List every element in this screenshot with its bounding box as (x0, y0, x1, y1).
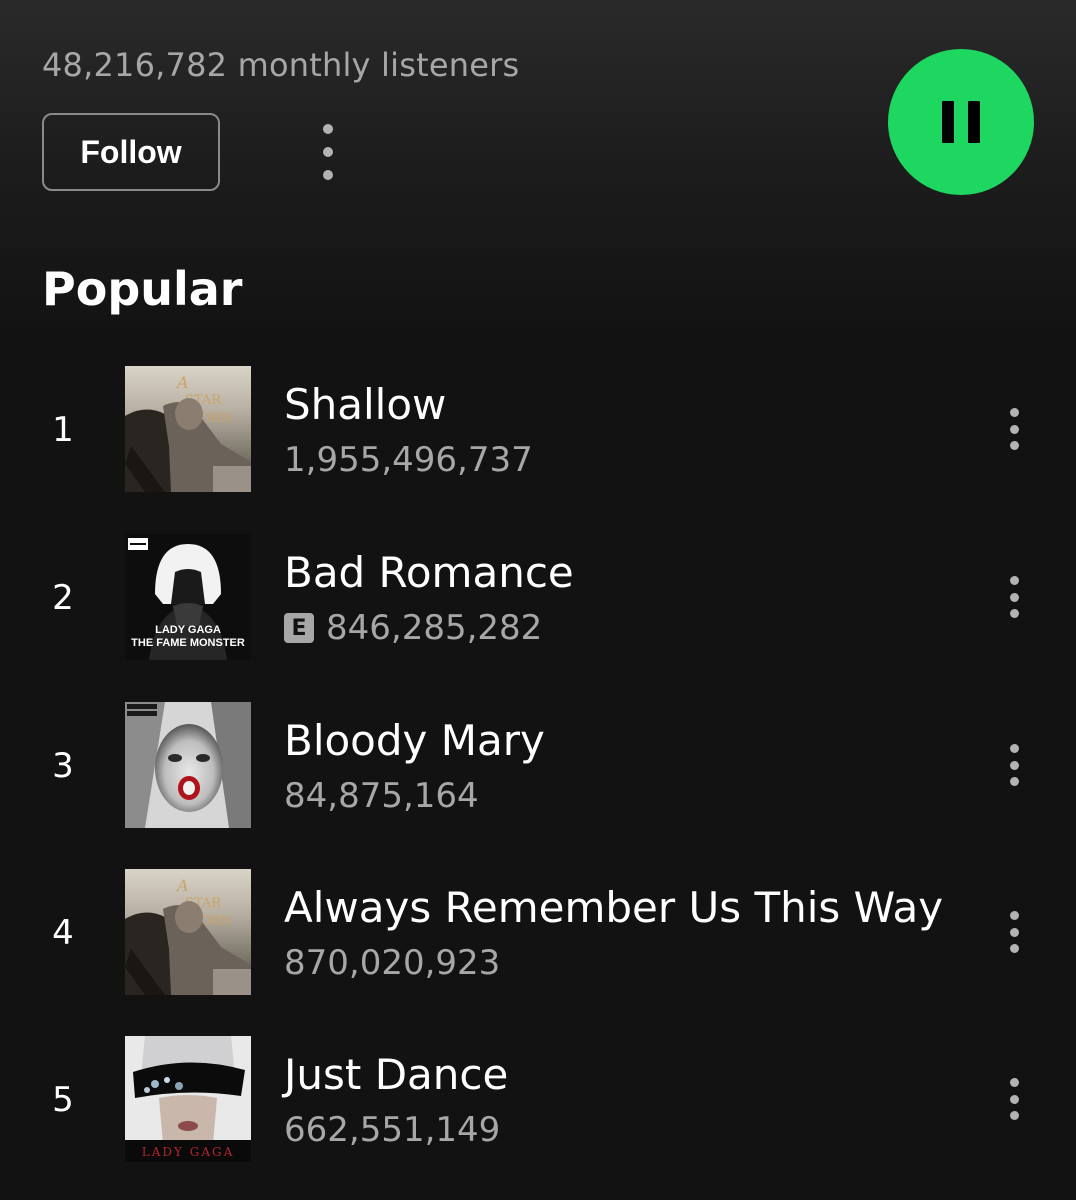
more-dot (1009, 1111, 1019, 1120)
track-meta: E 846,285,282 (284, 608, 542, 648)
pause-button[interactable] (888, 49, 1034, 195)
album-cover-the-fame: LADY GAGA (125, 1036, 251, 1162)
track-meta: 1,955,496,737 (284, 440, 533, 480)
track-rank: 3 (52, 746, 74, 786)
more-dot (323, 124, 333, 134)
track-rank: 5 (52, 1080, 74, 1120)
more-dot (1009, 777, 1019, 786)
track-title: Always Remember Us This Way (284, 883, 944, 932)
monthly-listeners: 48,216,782 monthly listeners (42, 46, 520, 84)
explicit-badge: E (284, 613, 314, 643)
album-cover-a-star-is-born: A STAR ORN (125, 366, 251, 492)
track-rank: 2 (52, 578, 74, 618)
more-dot (1009, 592, 1019, 602)
more-dot (1009, 609, 1019, 618)
track-row[interactable]: 5 LADY GAGA Just Dance 662,551,149 (0, 1036, 1076, 1162)
more-dot (1009, 424, 1019, 434)
artist-more-options-icon[interactable] (318, 124, 338, 180)
track-play-count: 662,551,149 (284, 1110, 501, 1150)
popular-section-title: Popular (42, 262, 243, 316)
track-row[interactable]: 4 A STAR ORN Always Remember Us This Way… (0, 869, 1076, 995)
pause-icon-bar-right (968, 101, 980, 143)
track-play-count: 1,955,496,737 (284, 440, 533, 480)
pause-icon-bar-left (942, 101, 954, 143)
cover-album-text: THE FAME MONSTER (131, 637, 245, 649)
track-more-options-icon[interactable] (1004, 911, 1024, 953)
more-dot (1009, 744, 1019, 753)
track-title: Bloody Mary (284, 716, 545, 765)
more-dot (323, 147, 333, 157)
track-play-count: 870,020,923 (284, 943, 501, 983)
svg-text:A: A (175, 373, 189, 392)
album-cover-the-fame-monster: LADY GAGA THE FAME MONSTER (125, 534, 251, 660)
track-row[interactable]: 2 LADY GAGA THE FAME MONSTER Bad Romance… (0, 534, 1076, 660)
svg-text:A: A (175, 876, 189, 895)
track-more-options-icon[interactable] (1004, 576, 1024, 618)
track-title: Bad Romance (284, 548, 574, 597)
track-row[interactable]: 3 Bloody Mary 84,875,164 (0, 702, 1076, 828)
track-row[interactable]: 1 A STAR ORN Shallow 1,955,496,737 (0, 366, 1076, 492)
more-dot (1009, 576, 1019, 585)
more-dot (1009, 911, 1019, 920)
track-title: Just Dance (284, 1050, 509, 1099)
cover-artist-text: LADY GAGA (141, 1145, 235, 1159)
track-play-count: 846,285,282 (326, 608, 543, 648)
track-rank: 4 (52, 913, 74, 953)
album-cover-born-this-way (125, 702, 251, 828)
track-title: Shallow (284, 380, 447, 429)
album-cover-a-star-is-born: A STAR ORN (125, 869, 251, 995)
track-more-options-icon[interactable] (1004, 1078, 1024, 1120)
track-rank: 1 (52, 410, 74, 450)
more-dot (1009, 408, 1019, 417)
more-dot (1009, 441, 1019, 450)
track-meta: 662,551,149 (284, 1110, 500, 1150)
follow-button[interactable]: Follow (42, 113, 220, 191)
track-play-count: 84,875,164 (284, 776, 479, 816)
more-dot (1009, 760, 1019, 770)
cover-artist-text: LADY GAGA (155, 624, 221, 636)
track-meta: 870,020,923 (284, 943, 500, 983)
more-dot (1009, 1094, 1019, 1104)
more-dot (1009, 1078, 1019, 1087)
track-more-options-icon[interactable] (1004, 744, 1024, 786)
more-dot (323, 170, 333, 180)
more-dot (1009, 927, 1019, 937)
more-dot (1009, 944, 1019, 953)
track-more-options-icon[interactable] (1004, 408, 1024, 450)
track-meta: 84,875,164 (284, 776, 479, 816)
